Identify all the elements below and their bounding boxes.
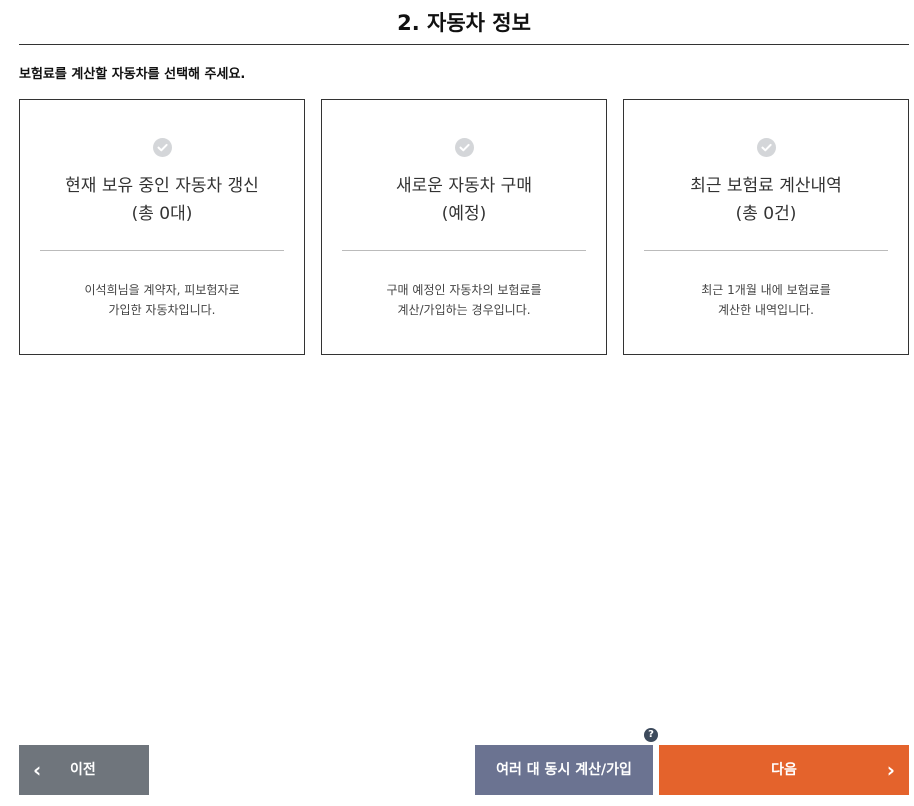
card-recent-quotes[interactable]: 최근 보험료 계산내역 (총 0건) 최근 1개월 내에 보험료를 계산한 내역… <box>623 99 909 355</box>
page-title: 2. 자동차 정보 <box>19 0 909 45</box>
chevron-right-icon: › <box>886 758 895 782</box>
card-description: 구매 예정인 자동차의 보험료를 계산/가입하는 경우입니다. <box>322 280 606 320</box>
check-circle-icon <box>152 138 172 157</box>
card-desc-line: 계산한 내역입니다. <box>718 303 814 317</box>
card-desc-line: 계산/가입하는 경우입니다. <box>397 303 531 317</box>
card-title-main: 최근 보험료 계산내역 <box>690 176 842 196</box>
check-circle-icon <box>454 138 474 157</box>
prev-button-label: 이전 <box>70 762 96 778</box>
card-divider <box>40 250 284 251</box>
card-desc-line: 최근 1개월 내에 보험료를 <box>701 283 831 297</box>
card-description: 최근 1개월 내에 보험료를 계산한 내역입니다. <box>624 280 908 320</box>
next-button[interactable]: 다음 › <box>659 745 909 795</box>
question-icon[interactable]: ? <box>644 728 658 742</box>
card-divider <box>342 250 586 251</box>
card-title-main: 현재 보유 중인 자동차 갱신 <box>65 176 259 196</box>
card-renew-current-car[interactable]: 현재 보유 중인 자동차 갱신 (총 0대) 이석희님을 계약자, 피보험자로 … <box>19 99 305 355</box>
card-title-count: (총 0대) <box>131 204 193 224</box>
card-desc-line: 구매 예정인 자동차의 보험료를 <box>386 283 542 297</box>
card-desc-line: 가입한 자동차입니다. <box>108 303 216 317</box>
card-divider <box>644 250 888 251</box>
card-title: 최근 보험료 계산내역 (총 0건) <box>624 172 908 228</box>
card-new-car-purchase[interactable]: 새로운 자동차 구매 (예정) 구매 예정인 자동차의 보험료를 계산/가입하는… <box>321 99 607 355</box>
multi-car-quote-label: 여러 대 동시 계산/가입 <box>496 762 632 778</box>
card-title: 현재 보유 중인 자동차 갱신 (총 0대) <box>20 172 304 228</box>
card-description: 이석희님을 계약자, 피보험자로 가입한 자동차입니다. <box>20 280 304 320</box>
instruction-text: 보험료를 계산할 자동차를 선택해 주세요. <box>19 67 246 82</box>
card-desc-line: 이석희님을 계약자, 피보험자로 <box>84 283 240 297</box>
card-title-main: 새로운 자동차 구매 <box>396 176 532 196</box>
prev-button[interactable]: ‹ 이전 <box>19 745 149 795</box>
check-circle-icon <box>756 138 776 157</box>
next-button-label: 다음 <box>771 762 797 778</box>
multi-car-quote-button[interactable]: 여러 대 동시 계산/가입 <box>475 745 653 795</box>
card-title-count: (총 0건) <box>735 204 797 224</box>
chevron-left-icon: ‹ <box>33 758 42 782</box>
card-title: 새로운 자동차 구매 (예정) <box>322 172 606 228</box>
card-title-sub: (예정) <box>441 204 487 224</box>
